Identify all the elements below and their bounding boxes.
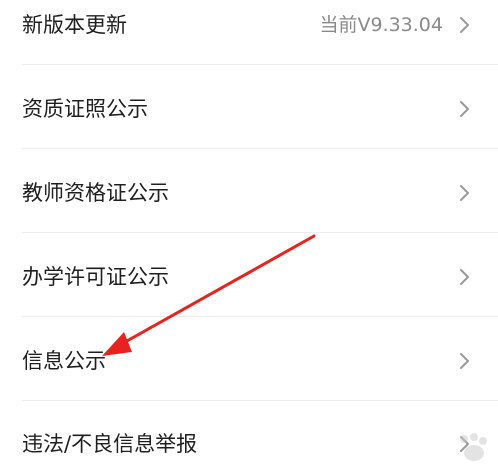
list-item-label: 信息公示 <box>22 349 106 373</box>
list-item-label: 违法/不良信息举报 <box>22 432 198 456</box>
chevron-right-icon <box>460 269 469 285</box>
list-item-qualification-license[interactable]: 资质证照公示 <box>0 65 498 149</box>
list-item-label: 教师资格证公示 <box>22 181 169 205</box>
list-item-school-license[interactable]: 办学许可证公示 <box>0 233 498 317</box>
chevron-right-icon <box>460 17 469 33</box>
list-item-label: 资质证照公示 <box>22 97 148 121</box>
version-value: 当前V9.33.04 <box>319 14 443 36</box>
chevron-right-icon <box>460 101 469 117</box>
chevron-right-icon <box>460 185 469 201</box>
watermark-logo <box>460 433 487 461</box>
list-item-label: 办学许可证公示 <box>22 265 169 289</box>
list-item-label: 新版本更新 <box>22 13 127 37</box>
chevron-right-icon <box>460 353 469 369</box>
list-item-information-disclosure[interactable]: 信息公示 <box>0 317 498 401</box>
settings-list: 新版本更新 当前V9.33.04 资质证照公示 教师资格证公示 办学许可证公示 … <box>0 0 498 469</box>
list-item-teacher-certificate[interactable]: 教师资格证公示 <box>0 149 498 233</box>
